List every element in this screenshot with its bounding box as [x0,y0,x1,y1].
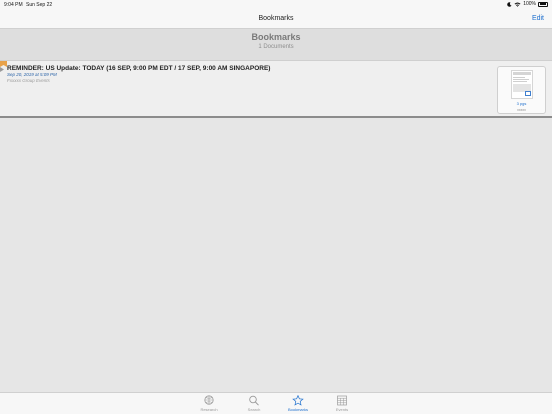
edit-button[interactable]: Edit [532,15,544,22]
nav-title: Bookmarks [258,15,294,22]
tab-research-label: Research [200,407,218,412]
tab-events-label: Events [335,407,349,412]
thumbnail-caption: xxxxx [517,108,526,112]
header-title: Bookmarks [251,32,301,42]
bookmark-row[interactable]: REMINDER: US Update: TODAY (16 SEP, 9:00… [0,60,552,118]
star-icon [292,395,304,406]
bookmark-headline: REMINDER: US Update: TODAY (16 SEP, 9:00… [7,65,271,72]
bookmark-source: Fxxxxx Group Events [7,78,50,83]
document-preview-icon [511,70,533,99]
bookmark-date: Sep 20, 2019 at 5:09 PM [7,72,57,77]
tab-bookmarks[interactable]: Bookmarks [283,395,313,414]
search-icon [249,395,259,406]
tab-research[interactable]: Research [194,395,224,414]
tab-search[interactable]: Search [239,395,269,414]
document-thumbnail[interactable]: 3 pgs xxxxx [497,66,546,114]
research-icon [204,395,214,405]
status-bar: 9:04 PM Sun Sep 22 100% [0,0,552,9]
battery-percent: 100% [523,1,536,7]
tab-search-label: Search [247,407,261,412]
tab-bar: Research Search Bookmarks Events [0,392,552,414]
status-right: 100% [507,1,548,7]
document-count: 1 Documents [258,44,294,50]
tab-events[interactable]: Events [327,395,357,414]
status-date: Sun Sep 22 [26,2,53,8]
bookmarks-header: Bookmarks 1 Documents [0,29,552,60]
status-time: 9:04 PM [4,2,23,8]
thumbnail-page-count: 3 pgs [516,101,527,106]
navigation-bar: Bookmarks Edit [0,9,552,29]
tab-bookmarks-label: Bookmarks [287,407,308,412]
battery-icon [538,1,548,7]
events-icon [337,395,347,406]
wifi-icon [514,2,521,7]
moon-icon [507,1,512,7]
bookmark-ribbon-icon [0,61,7,72]
